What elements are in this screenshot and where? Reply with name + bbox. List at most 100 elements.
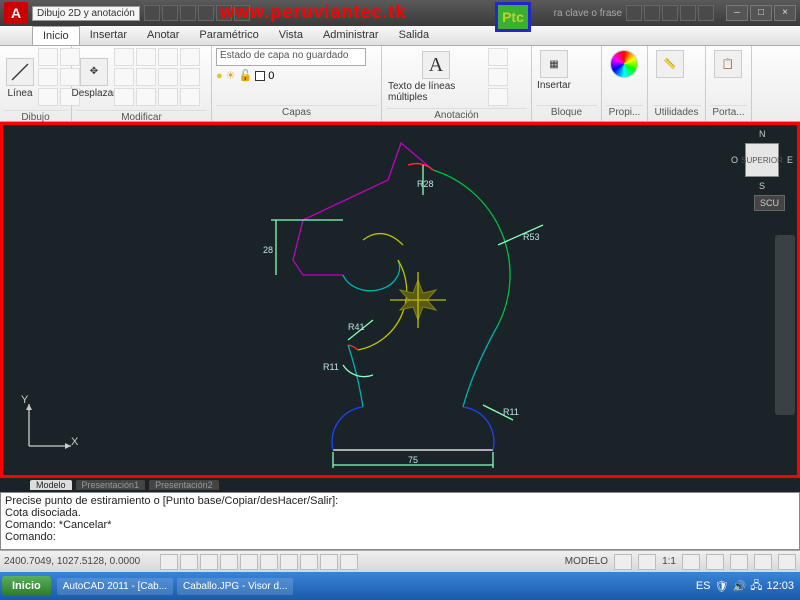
tab-model[interactable]: Modelo [30, 480, 72, 490]
grid-toggle[interactable] [180, 554, 198, 570]
tray-volume-icon[interactable]: 🔊 [733, 580, 747, 593]
ribbon-tabs: Inicio Insertar Anotar Paramétrico Vista… [0, 26, 800, 46]
ducs-toggle[interactable] [280, 554, 298, 570]
insert-tool[interactable]: ▦ Insertar [536, 48, 572, 93]
explode-icon[interactable] [180, 68, 200, 86]
status-lock-icon[interactable] [706, 554, 724, 570]
dim-base-width: 75 [408, 455, 418, 465]
array-icon[interactable] [158, 68, 178, 86]
paste-tool[interactable]: 📋 [710, 48, 746, 82]
ribbon-group-anotacion: A Texto de líneas múltiples Anotación [382, 46, 532, 121]
leader-icon[interactable] [488, 68, 508, 86]
current-layer[interactable]: 0 [268, 70, 274, 82]
exchange-icon[interactable] [662, 5, 678, 21]
mtext-tool[interactable]: A Texto de líneas múltiples [386, 49, 486, 105]
qat-open-icon[interactable] [162, 5, 178, 21]
move-tool[interactable]: ✥ Desplazar [76, 56, 112, 101]
viewcube-face[interactable]: SUPERIOR [745, 143, 779, 177]
mtext-label: Texto de líneas múltiples [388, 81, 484, 103]
osnap-toggle[interactable] [240, 554, 258, 570]
dim-linear-icon[interactable] [488, 48, 508, 66]
minimize-button[interactable]: – [726, 5, 748, 21]
status-workspace-icon[interactable] [682, 554, 700, 570]
cmd-prompt[interactable]: Comando: [5, 531, 795, 543]
lwt-toggle[interactable] [320, 554, 338, 570]
tab-salida[interactable]: Salida [389, 26, 440, 45]
ribbon-group-capas: Estado de capa no guardado ● ☀ 🔓 0 Capas [212, 46, 382, 121]
snap-toggle[interactable] [160, 554, 178, 570]
lock-icon[interactable]: 🔓 [239, 69, 253, 82]
tray-clock[interactable]: 12:03 [766, 580, 794, 592]
polar-toggle[interactable] [220, 554, 238, 570]
hatch-tool-icon[interactable] [38, 88, 58, 106]
command-window[interactable]: Precise punto de estiramiento o [Punto b… [0, 492, 800, 550]
viewcube-o: O [731, 155, 738, 165]
properties-tool[interactable] [606, 48, 642, 82]
tab-administrar[interactable]: Administrar [313, 26, 389, 45]
tray-network-icon[interactable]: 🖧 [750, 577, 762, 596]
ortho-toggle[interactable] [200, 554, 218, 570]
measure-tool[interactable]: 📏 [652, 48, 688, 82]
rotate-icon[interactable] [114, 48, 134, 66]
line-tool[interactable]: Línea [4, 56, 36, 101]
workspace-selector[interactable]: Dibujo 2D y anotación [32, 6, 140, 21]
status-hardware-icon[interactable] [730, 554, 748, 570]
drawing-area[interactable]: 75 28 R53 R41 R11 R11 R28 X Y N S [0, 122, 800, 478]
measure-icon: 📏 [656, 50, 684, 78]
table-icon[interactable] [488, 88, 508, 106]
taskbar-item-autocad[interactable]: AutoCAD 2011 - [Cab... [57, 578, 173, 595]
fillet-icon[interactable] [136, 68, 156, 86]
layer-color-swatch[interactable] [255, 71, 265, 81]
status-space[interactable]: MODELO [565, 556, 608, 567]
status-isolate-icon[interactable] [754, 554, 772, 570]
app-logo[interactable]: A [4, 2, 28, 24]
windows-taskbar: Inicio AutoCAD 2011 - [Cab... Caballo.JP… [0, 572, 800, 600]
tab-insertar[interactable]: Insertar [80, 26, 137, 45]
dyn-toggle[interactable] [300, 554, 318, 570]
subscription-icon[interactable] [644, 5, 660, 21]
arc-tool-icon[interactable] [38, 48, 58, 66]
qat-save-icon[interactable] [180, 5, 196, 21]
layer-state-combo[interactable]: Estado de capa no guardado [216, 48, 366, 66]
status-annoscale-icon[interactable] [638, 554, 656, 570]
search-icon[interactable] [626, 5, 642, 21]
help-icon[interactable] [698, 5, 714, 21]
stretch-icon[interactable] [114, 88, 134, 106]
offset-icon[interactable] [158, 88, 178, 106]
scu-button[interactable]: SCU [754, 195, 785, 211]
tray-shield-icon[interactable]: 🛡 [715, 580, 729, 593]
qat-new-icon[interactable] [144, 5, 160, 21]
sun-icon[interactable]: ☀ [226, 69, 236, 82]
infocenter-search[interactable]: ra clave o frase [554, 8, 626, 19]
copy-icon[interactable] [114, 68, 134, 86]
qat-undo-icon[interactable] [198, 5, 214, 21]
favorite-icon[interactable] [680, 5, 696, 21]
tab-vista[interactable]: Vista [269, 26, 313, 45]
bulb-icon[interactable]: ● [216, 70, 223, 82]
tab-layout1[interactable]: Presentación1 [76, 480, 146, 490]
status-cleanscreen-icon[interactable] [778, 554, 796, 570]
maximize-button[interactable]: □ [750, 5, 772, 21]
scale-icon[interactable] [136, 88, 156, 106]
start-button[interactable]: Inicio [2, 576, 51, 596]
cmd-line: Comando: *Cancelar* [5, 519, 795, 531]
viewcube[interactable]: N S E O SUPERIOR [733, 131, 791, 189]
extend-icon[interactable] [158, 48, 178, 66]
erase-icon[interactable] [180, 88, 200, 106]
navigation-bar[interactable] [775, 235, 795, 415]
tab-parametrico[interactable]: Paramétrico [189, 26, 268, 45]
status-quickview-icon[interactable] [614, 554, 632, 570]
ucs-y-label: Y [21, 394, 28, 406]
status-scale[interactable]: 1:1 [662, 556, 676, 567]
tray-lang[interactable]: ES [696, 580, 711, 592]
tab-layout2[interactable]: Presentación2 [149, 480, 219, 490]
trim-icon[interactable] [136, 48, 156, 66]
taskbar-item-image[interactable]: Caballo.JPG - Visor d... [177, 578, 293, 595]
tab-inicio[interactable]: Inicio [32, 26, 80, 45]
qp-toggle[interactable] [340, 554, 358, 570]
rect-tool-icon[interactable] [38, 68, 58, 86]
mirror-icon[interactable] [180, 48, 200, 66]
close-button[interactable]: × [774, 5, 796, 21]
tab-anotar[interactable]: Anotar [137, 26, 189, 45]
otrack-toggle[interactable] [260, 554, 278, 570]
